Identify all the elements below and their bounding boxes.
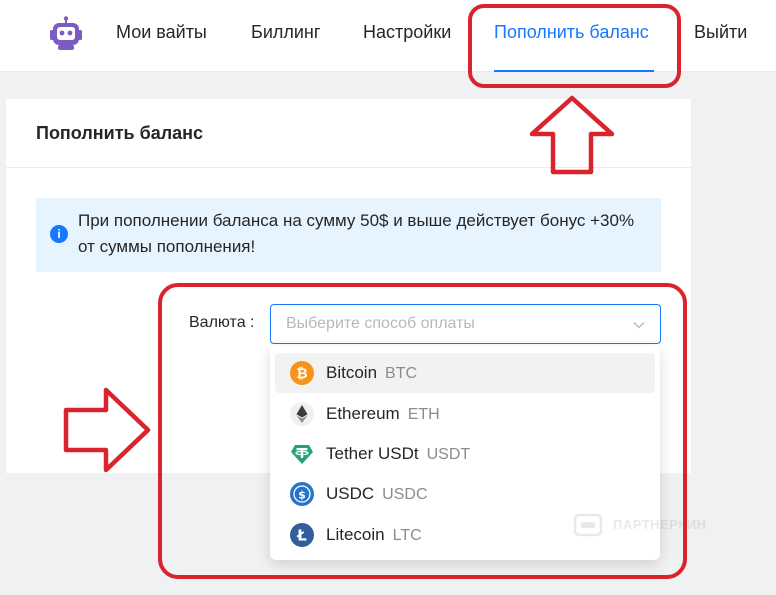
alert-text: При пополнении баланса на сумму 50$ и вы…: [78, 211, 635, 256]
annotation-box-dropdown: [158, 283, 687, 579]
robot-icon[interactable]: [48, 16, 84, 52]
nav-settings[interactable]: Настройки: [363, 22, 451, 43]
annotation-arrow-right: [63, 387, 151, 473]
nav-my-whites[interactable]: Мои вайты: [116, 22, 207, 43]
nav-billing[interactable]: Биллинг: [251, 22, 320, 43]
info-icon: i: [50, 225, 68, 243]
nav-logout[interactable]: Выйти: [694, 22, 747, 43]
bonus-alert: i При пополнении баланса на сумму 50$ и …: [36, 198, 661, 272]
page-title: Пополнить баланс: [36, 123, 204, 143]
annotation-box-nav: [468, 4, 681, 88]
annotation-arrow-up: [529, 95, 615, 175]
